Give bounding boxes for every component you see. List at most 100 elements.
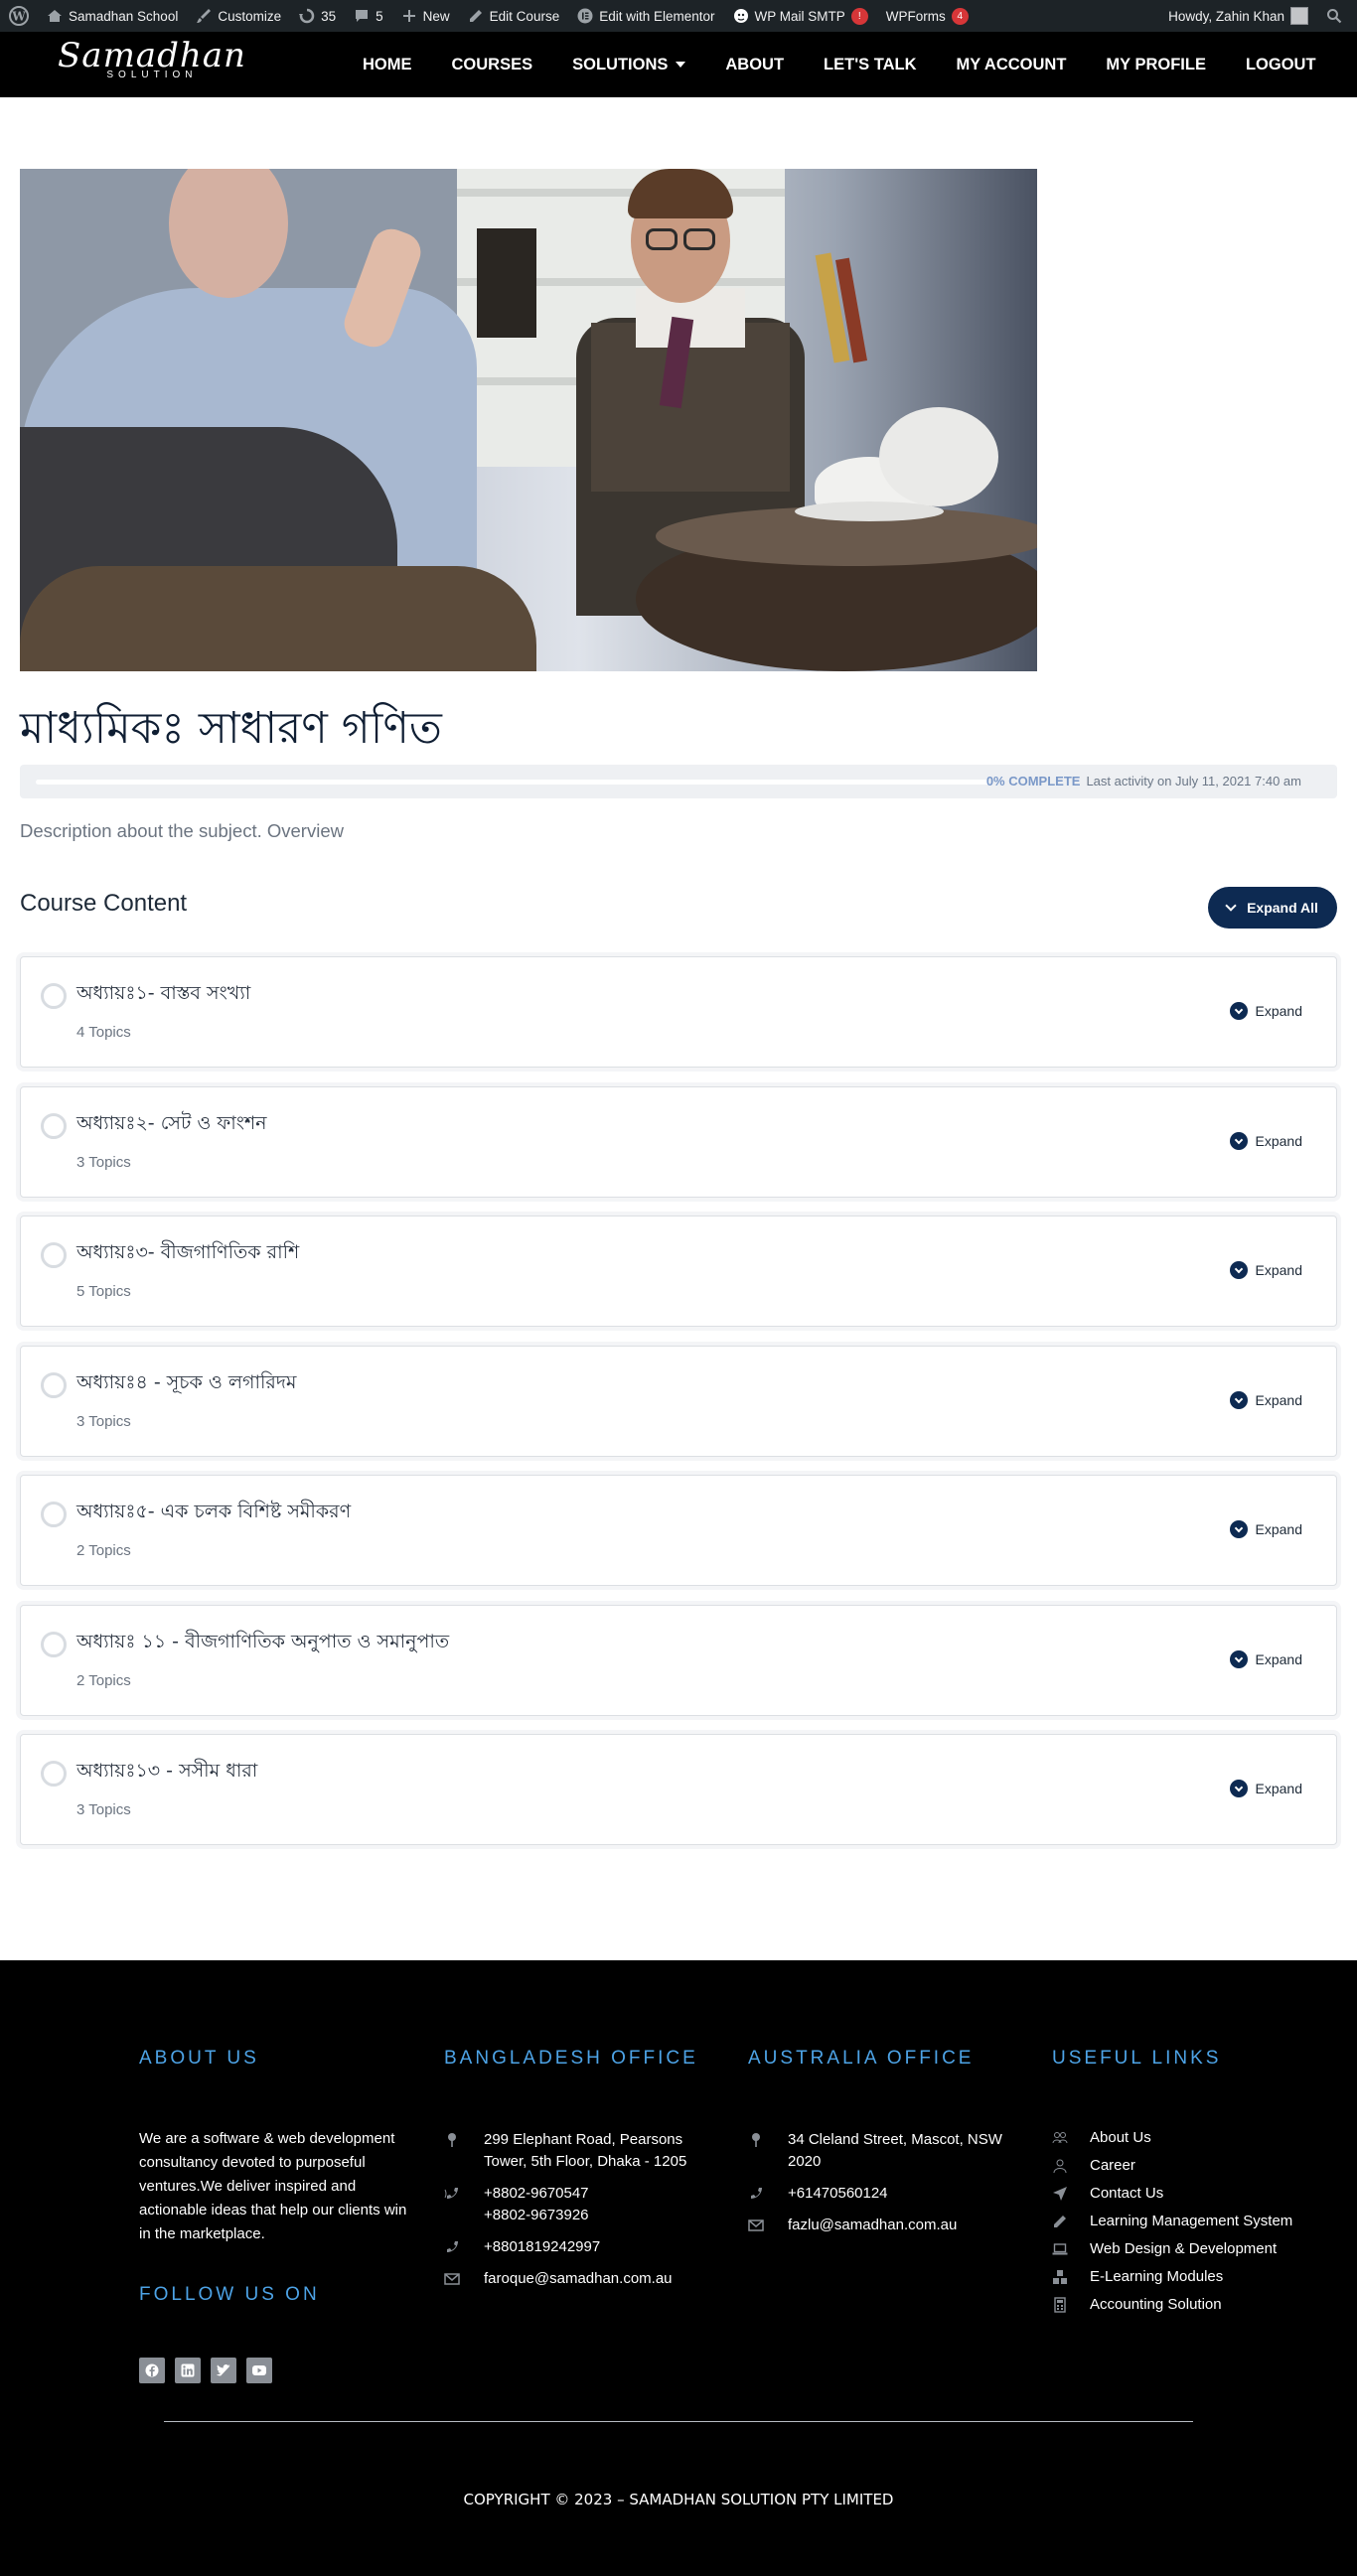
lesson-title[interactable]: অধ্যায়ঃ১- বাস্তব সংখ্যা <box>76 979 250 1011</box>
site-footer: ABOUT US We are a software & web develop… <box>0 1960 1357 2576</box>
lesson-status-icon <box>41 1242 67 1268</box>
footer-link-accounting[interactable]: Accounting Solution <box>1052 2294 1222 2316</box>
footer-link-lms[interactable]: Learning Management System <box>1052 2211 1292 2232</box>
envelope-icon <box>444 2273 460 2285</box>
about-heading: ABOUT US <box>139 2048 259 2069</box>
lesson-topic-count: 3 Topics <box>76 1413 131 1430</box>
pencil-icon <box>1054 2216 1066 2227</box>
lesson-title[interactable]: অধ্যায়ঃ২- সেট ও ফাংশন <box>76 1109 267 1141</box>
footer-link-career[interactable]: Career <box>1052 2155 1135 2177</box>
lesson-title[interactable]: অধ্যায়ঃ১৩ - সসীম ধারা <box>76 1757 257 1789</box>
lesson-expand-button[interactable]: Expand <box>1229 1132 1302 1150</box>
nav-solutions[interactable]: SOLUTIONS <box>572 56 686 74</box>
footer-link-elearning[interactable]: E-Learning Modules <box>1052 2266 1223 2288</box>
admin-comments[interactable]: 5 <box>345 0 392 32</box>
nav-about[interactable]: ABOUT <box>725 56 784 74</box>
lesson-item[interactable]: অধ্যায়ঃ১- বাস্তব সংখ্যা 4 Topics Expand <box>20 956 1337 1068</box>
course-content-heading: Course Content <box>20 890 188 917</box>
admin-my-account[interactable]: Howdy, Zahin Khan <box>1159 0 1317 32</box>
progress-bar-track <box>36 780 989 785</box>
lesson-topic-count: 2 Topics <box>76 1672 131 1689</box>
twitter-icon[interactable] <box>211 2358 236 2383</box>
avatar <box>1290 7 1308 25</box>
bd-address: 299 Elephant Road, Pearsons Tower, 5th F… <box>484 2131 687 2170</box>
admin-customize[interactable]: Customize <box>187 0 290 32</box>
lesson-expand-button[interactable]: Expand <box>1229 1520 1302 1538</box>
lesson-expand-button[interactable]: Expand <box>1229 1002 1302 1020</box>
main-nav: HOME COURSES SOLUTIONS ABOUT LET'S TALK … <box>363 32 1356 97</box>
lesson-status-icon <box>41 1113 67 1139</box>
footer-link-about-us[interactable]: About Us <box>1052 2127 1151 2149</box>
lesson-item[interactable]: অধ্যায়ঃ৫- এক চলক বিশিষ্ট সমীকরণ 2 Topic… <box>20 1475 1337 1586</box>
lesson-expand-button[interactable]: Expand <box>1229 1391 1302 1409</box>
wordpress-logo-icon[interactable]: W <box>0 0 38 32</box>
nav-my-profile[interactable]: MY PROFILE <box>1106 56 1206 74</box>
calculator-icon <box>1054 2297 1066 2313</box>
lesson-status-icon <box>41 1632 67 1657</box>
bangladesh-office-heading: BANGLADESH OFFICE <box>444 2048 698 2069</box>
australia-office-heading: AUSTRALIA OFFICE <box>748 2048 975 2069</box>
progress-percent-label: 0% COMPLETE <box>985 774 1081 788</box>
youtube-icon[interactable] <box>246 2358 272 2383</box>
elementor-icon <box>577 8 593 24</box>
lesson-status-icon <box>41 1372 67 1398</box>
house-icon <box>48 10 62 22</box>
lesson-expand-button[interactable]: Expand <box>1229 1780 1302 1797</box>
admin-edit-course[interactable]: Edit Course <box>459 0 569 32</box>
chevron-down-icon <box>1229 1780 1248 1797</box>
lesson-expand-button[interactable]: Expand <box>1229 1261 1302 1279</box>
nav-logout[interactable]: LOGOUT <box>1246 56 1316 74</box>
search-icon <box>1327 9 1342 24</box>
svg-text:W: W <box>11 10 26 24</box>
lesson-item[interactable]: অধ্যায়ঃ ১১ - বীজগাণিতিক অনুপাত ও সমানুপ… <box>20 1605 1337 1716</box>
plus-icon <box>402 10 415 22</box>
bd-email[interactable]: faroque@samadhan.com.au <box>484 2268 673 2290</box>
lesson-title[interactable]: অধ্যায়ঃ৪ - সূচক ও লগারিদম <box>76 1368 296 1400</box>
notification-badge: 4 <box>951 7 969 25</box>
admin-new[interactable]: New <box>392 0 459 32</box>
lesson-expand-button[interactable]: Expand <box>1229 1650 1302 1668</box>
lesson-status-icon <box>41 983 67 1009</box>
course-title: মাধ্যমিকঃ সাধারণ গণিত <box>20 703 442 754</box>
nav-courses[interactable]: COURSES <box>452 56 533 74</box>
nav-home[interactable]: HOME <box>363 56 412 74</box>
lesson-status-icon <box>41 1761 67 1787</box>
admin-edit-elementor[interactable]: Edit with Elementor <box>568 0 723 32</box>
lesson-title[interactable]: অধ্যায়ঃ৩- বীজগাণিতিক রাশি <box>76 1238 299 1270</box>
envelope-icon <box>748 2219 764 2231</box>
chevron-down-icon <box>1229 1650 1248 1668</box>
brush-icon <box>197 9 212 23</box>
last-activity: Last activity on July 11, 2021 7:40 am <box>1086 774 1301 788</box>
chevron-down-icon <box>1229 1132 1248 1150</box>
admin-updates[interactable]: 35 <box>290 0 345 32</box>
footer-link-web-design[interactable]: Web Design & Development <box>1052 2238 1277 2260</box>
chevron-down-icon <box>1225 900 1237 912</box>
admin-site-name[interactable]: Samadhan School <box>38 0 187 32</box>
au-email[interactable]: fazlu@samadhan.com.au <box>788 2215 957 2236</box>
lesson-item[interactable]: অধ্যায়ঃ৩- বীজগাণিতিক রাশি 5 Topics Expa… <box>20 1216 1337 1327</box>
nav-lets-talk[interactable]: LET'S TALK <box>824 56 916 74</box>
nav-my-account[interactable]: MY ACCOUNT <box>957 56 1067 74</box>
phone-volume-icon <box>444 2188 458 2199</box>
admin-wp-mail-smtp[interactable]: WP Mail SMTP ! <box>724 0 877 32</box>
admin-wpforms[interactable]: WPForms 4 <box>877 0 978 32</box>
lesson-item[interactable]: অধ্যায়ঃ১৩ - সসীম ধারা 3 Topics Expand <box>20 1734 1337 1845</box>
lesson-item[interactable]: অধ্যায়ঃ৪ - সূচক ও লগারিদম 3 Topics Expa… <box>20 1346 1337 1457</box>
site-header: Samadhan SOLUTION HOME COURSES SOLUTIONS… <box>0 32 1357 97</box>
linkedin-icon[interactable] <box>175 2358 201 2383</box>
lesson-topic-count: 4 Topics <box>76 1024 131 1041</box>
facebook-icon[interactable] <box>139 2358 165 2383</box>
admin-search[interactable] <box>1317 0 1357 32</box>
au-address: 34 Cleland Street, Mascot, NSW 2020 <box>788 2131 1002 2170</box>
lesson-topic-count: 2 Topics <box>76 1542 131 1559</box>
lesson-topic-count: 3 Topics <box>76 1801 131 1818</box>
mail-bird-icon <box>733 9 748 23</box>
laptop-icon <box>1052 2243 1068 2255</box>
lesson-item[interactable]: অধ্যায়ঃ২- সেট ও ফাংশন 3 Topics Expand <box>20 1086 1337 1198</box>
expand-all-button[interactable]: Expand All <box>1208 887 1337 929</box>
lesson-title[interactable]: অধ্যায়ঃ৫- এক চলক বিশিষ্ট সমীকরণ <box>76 1498 351 1529</box>
footer-link-contact-us[interactable]: Contact Us <box>1052 2183 1163 2205</box>
phone-icon <box>751 2188 762 2199</box>
site-logo[interactable]: Samadhan SOLUTION <box>58 36 246 80</box>
lesson-title[interactable]: অধ্যায়ঃ ১১ - বীজগাণিতিক অনুপাত ও সমানুপ… <box>76 1628 449 1659</box>
